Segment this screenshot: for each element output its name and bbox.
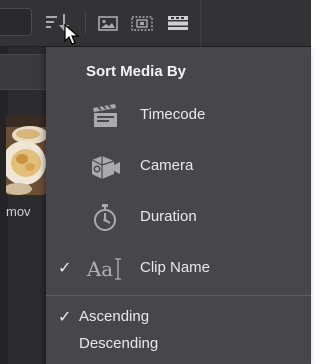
clapperboard-icon [86, 99, 124, 133]
toolbar-divider [200, 0, 201, 47]
filmstrip-view-icon [131, 16, 153, 31]
checkmark-icon: ✓ [58, 309, 72, 326]
search-field[interactable] [0, 8, 32, 36]
camera-icon [86, 150, 124, 184]
order-label: Ascending [79, 308, 150, 325]
text-Aa-icon: Aa [86, 252, 124, 286]
media-pool-toolbar [0, 0, 311, 47]
menu-title: Sort Media By [86, 63, 187, 80]
filmstrip-view-button[interactable] [128, 11, 156, 35]
text-cursor-icon [115, 258, 122, 280]
clip-thumbnail[interactable] [6, 115, 46, 195]
option-label: Clip Name [140, 259, 211, 276]
bin-tab-bar[interactable] [0, 54, 52, 90]
sort-option-camera[interactable]: Camera [46, 144, 311, 190]
order-ascending[interactable]: ✓ Ascending [46, 305, 311, 329]
sort-option-clip-name[interactable]: ✓ Aa Clip Name [46, 246, 311, 292]
food-thumbnail-image [6, 115, 46, 195]
option-label: Duration [140, 208, 197, 225]
list-view-icon [168, 16, 188, 30]
option-label: Camera [140, 157, 194, 174]
aa-glyph: Aa [86, 257, 114, 281]
option-label: Timecode [140, 106, 206, 123]
sort-media-menu: Sort Media By Timecode Camera Duration ✓… [46, 47, 311, 364]
menu-separator [46, 295, 311, 296]
thumbnail-view-icon [98, 16, 118, 31]
clip-name-label: mov [6, 204, 31, 219]
thumbnail-view-button[interactable] [94, 11, 122, 35]
order-descending[interactable]: Descending [46, 332, 311, 356]
order-label: Descending [79, 335, 159, 352]
stopwatch-icon [86, 201, 124, 235]
sort-option-duration[interactable]: Duration [46, 195, 311, 241]
checkmark-icon: ✓ [58, 260, 72, 277]
toolbar-separator [85, 12, 86, 34]
list-view-button[interactable] [164, 11, 192, 35]
sort-option-timecode[interactable]: Timecode [46, 93, 311, 139]
mouse-pointer-icon [64, 23, 80, 51]
